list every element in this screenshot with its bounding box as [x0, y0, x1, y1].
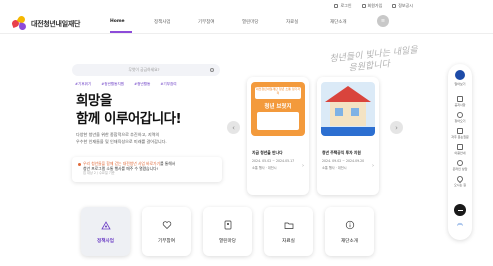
header-divider — [0, 33, 493, 34]
quick-item-guide[interactable]: 이용안내 — [448, 144, 472, 155]
card-tag: 소통 행사 · 대전시 — [252, 166, 277, 170]
chevron-left-icon: ‹ — [232, 123, 235, 132]
quick-menu: 알아보기 공지사항 찾아오기 자주 문는질문 이용안내 온라인 상담 오시는 길… — [448, 64, 472, 240]
nav-open-forum[interactable]: 열린마당 — [242, 19, 286, 25]
hashtag-item[interactable]: #청년활동지원 — [101, 82, 124, 87]
carousel-next-button[interactable]: › — [390, 121, 403, 134]
main-nav: Home 정책사업 기부참여 열린마당 자료실 재단소개 — [110, 19, 374, 25]
logo-icon — [11, 14, 28, 32]
chevron-right-icon: › — [395, 123, 398, 132]
card-date: 2024. 09.02 ~ 2024.09.20 — [322, 159, 365, 163]
tile-open-forum[interactable]: 열린마당 — [203, 207, 252, 256]
card-image-heading: 대전청년내일재단 청년 소통 정기자리 — [255, 87, 301, 99]
quick-item-notice[interactable]: 공지사항 — [448, 96, 472, 107]
nav-archive[interactable]: 자료실 — [286, 19, 330, 25]
hashtag-item[interactable]: #기후위기 — [75, 82, 91, 87]
tile-label: 열린마당 — [219, 238, 236, 244]
chat-icon — [457, 160, 463, 166]
nav-home[interactable]: Home — [110, 19, 154, 25]
quick-menu-logo-icon — [455, 70, 465, 80]
signup-link[interactable]: 회원가입 — [361, 3, 382, 9]
tile-about[interactable]: 재단소개 — [325, 207, 374, 256]
minus-icon — [457, 209, 463, 211]
tile-label: 기부참여 — [158, 238, 175, 244]
hashtag-list: #기후위기 #청년활동지원 #청년활동 #기부참여 — [75, 82, 177, 87]
search-input[interactable]: 무엇이 궁금하세요? — [72, 64, 220, 76]
tile-label: 재단소개 — [341, 238, 358, 244]
faq-icon — [457, 128, 463, 134]
slogan: 청년들이 빛나는 내일을 응원합니다 — [329, 45, 419, 76]
chevron-right-icon: › — [372, 163, 374, 169]
card-thumbnail — [321, 82, 375, 136]
menu-toggle-icon[interactable]: ≡ — [377, 15, 389, 27]
hero-title-line-1: 희망을 — [76, 93, 112, 109]
notice-text: 를 통해서 — [160, 161, 176, 166]
disclosure-link[interactable]: 정보공시 — [392, 3, 413, 9]
hero-title: 희망을 함께 이루어갑니다! — [76, 92, 182, 128]
tile-donation[interactable]: 기부참여 — [142, 207, 191, 256]
hashtag-item[interactable]: #기부참여 — [160, 82, 176, 87]
quick-item-consult[interactable]: 온라인 상담 — [448, 160, 472, 171]
notice-banner[interactable]: 우리 청년들을 함께 걷는 대전청년 사업 바로가기를 통해서 청년 프로그램 … — [72, 157, 222, 182]
book-icon — [457, 144, 463, 150]
tile-label: 정책사업 — [97, 238, 114, 244]
nav-donation[interactable]: 기부참여 — [198, 19, 242, 25]
search-placeholder: 무엇이 궁금하세요? — [128, 67, 160, 72]
nav-policy[interactable]: 정책사업 — [154, 19, 198, 25]
card-date: 2024. 05.02 ~ 2024.05.17 — [252, 159, 295, 163]
policy-icon — [100, 220, 111, 229]
site-logo[interactable]: 대전청년내일재단 — [11, 14, 81, 32]
card-tag: 소통 행사 · 대전시 — [322, 166, 347, 170]
nav-about[interactable]: 재단소개 — [330, 19, 374, 25]
program-card[interactable]: 청년 주택공익 투자 지원 2024. 09.02 ~ 2024.09.20 소… — [317, 77, 379, 195]
login-icon — [334, 4, 339, 8]
folder-icon — [284, 222, 293, 229]
location-icon — [455, 174, 465, 184]
card-title: 지금 청년을 만나다 — [252, 150, 283, 155]
scroll-top-button[interactable]: ︽ — [454, 221, 466, 233]
collapse-button[interactable] — [454, 204, 466, 216]
program-card[interactable]: 대전청년내일재단 청년 소통 정기자리 청년 브릿지 지금 청년을 만나다 20… — [247, 77, 309, 195]
utility-bar: 로그인 회원가입 정보공시 — [334, 3, 413, 9]
quick-item-learn[interactable]: 알아보기 — [448, 82, 472, 86]
board-icon — [224, 220, 231, 229]
hero-description: 다양한 청년을 위한 종합적으로 추진하고, 지역의 우수한 인재들을 및 인재… — [76, 132, 236, 145]
login-link[interactable]: 로그인 — [334, 3, 352, 9]
tile-label: 자료실 — [282, 238, 295, 244]
chevron-right-icon: › — [302, 163, 304, 169]
hashtag-item[interactable]: #청년활동 — [134, 82, 150, 87]
pin-icon — [457, 112, 463, 118]
document-icon — [392, 4, 397, 8]
megaphone-icon — [457, 96, 463, 102]
hero-title-line-2: 함께 이루어갑니다! — [76, 111, 182, 127]
bullet-icon — [78, 162, 81, 166]
notice-meta: 접 대상 2 / 수요일 기준 — [83, 171, 115, 176]
quick-item-faq[interactable]: 자주 문는질문 — [448, 128, 472, 139]
tile-policy[interactable]: 정책사업 — [81, 207, 130, 256]
quick-item-map[interactable]: 오시는 길 — [448, 174, 472, 187]
logo-text: 대전청년내일재단 — [31, 20, 81, 28]
user-icon — [361, 4, 366, 8]
info-icon — [345, 220, 354, 229]
card-title: 청년 주택공익 투자 지원 — [322, 150, 361, 155]
quick-item-directions[interactable]: 찾아오기 — [448, 112, 472, 123]
tile-archive[interactable]: 자료실 — [264, 207, 313, 256]
card-thumbnail: 대전청년내일재단 청년 소통 정기자리 청년 브릿지 — [251, 82, 305, 136]
hero-desc-line-2: 우수한 인재들을 및 인재육성으로 미래를 걸어갑니다. — [76, 138, 167, 144]
search-icon[interactable] — [210, 68, 214, 72]
card-image-title: 청년 브릿지 — [264, 104, 292, 110]
heart-icon — [162, 220, 171, 229]
carousel-prev-button[interactable]: ‹ — [227, 121, 240, 134]
double-chevron-up-icon: ︽ — [456, 220, 463, 227]
